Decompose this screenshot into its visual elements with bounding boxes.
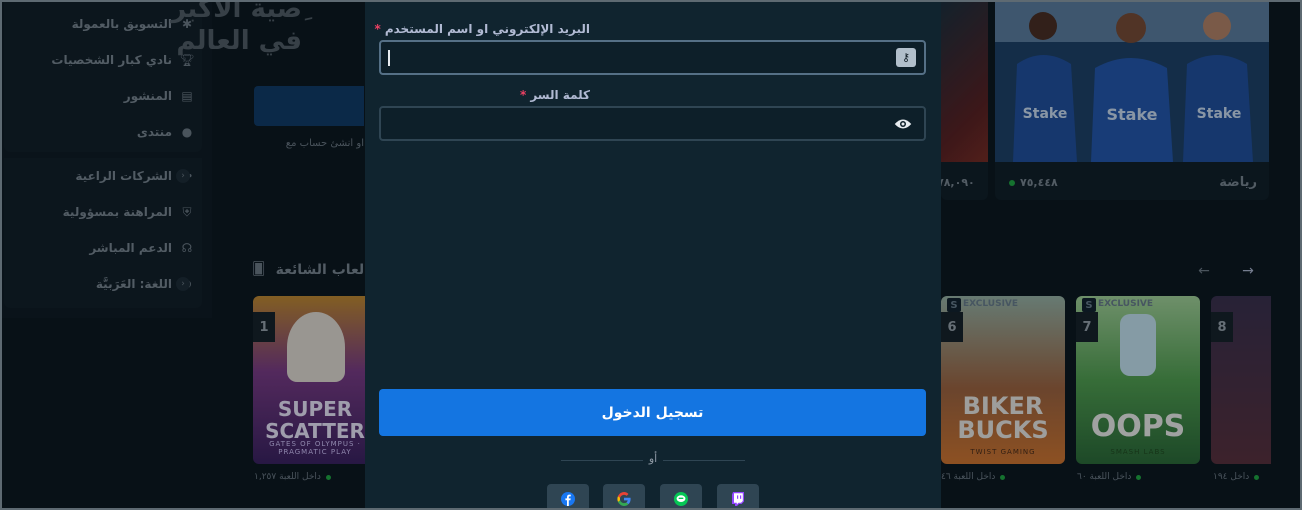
twitch-icon — [732, 492, 744, 506]
google-login-button[interactable] — [603, 484, 645, 510]
eye-icon[interactable] — [894, 116, 912, 132]
or-divider: أو — [561, 452, 745, 468]
facebook-icon — [561, 492, 575, 506]
email-input[interactable] — [381, 42, 924, 73]
twitch-login-button[interactable] — [717, 484, 759, 510]
required-asterisk: * — [374, 22, 381, 36]
required-asterisk: * — [520, 88, 527, 102]
password-field[interactable] — [379, 106, 926, 141]
text-caret — [388, 50, 390, 66]
email-label: البريد الإلكتروني او اسم المستخدم * — [374, 22, 590, 36]
password-input[interactable] — [381, 108, 924, 139]
or-text: أو — [648, 452, 658, 465]
password-label: كلمة السر * — [520, 88, 590, 102]
google-icon — [617, 492, 631, 506]
login-modal: البريد الإلكتروني او اسم المستخدم * ⚷ كل… — [365, 0, 941, 510]
facebook-login-button[interactable] — [547, 484, 589, 510]
email-field[interactable]: ⚷ — [379, 40, 926, 75]
line-login-button[interactable] — [660, 484, 702, 510]
line-icon — [674, 492, 688, 506]
password-manager-key-icon[interactable]: ⚷ — [896, 48, 916, 67]
divider-line — [561, 460, 643, 461]
divider-line — [663, 460, 745, 461]
login-submit-button[interactable]: تسجيل الدخول — [379, 389, 926, 436]
